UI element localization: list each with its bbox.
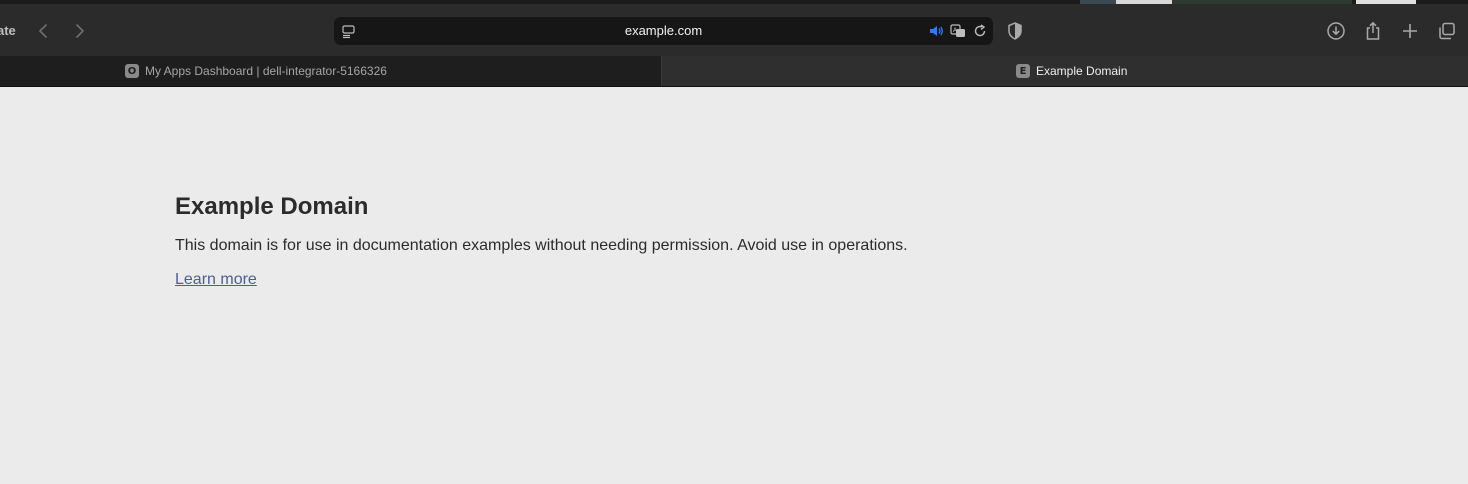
tab-my-apps-dashboard[interactable]: O My Apps Dashboard | dell-integrator-51… [0,56,662,86]
chevron-left-icon [39,24,47,38]
browser-toolbar: ate example.com A [0,4,1468,56]
share-icon[interactable] [1363,21,1383,41]
tab-title: Example Domain [1036,64,1128,78]
tab-bar: O My Apps Dashboard | dell-integrator-51… [0,56,1468,87]
page-heading: Example Domain [175,193,369,220]
chevron-right-icon [76,24,84,38]
address-bar[interactable]: example.com A [334,17,993,45]
plus-icon[interactable] [1400,21,1420,41]
back-button[interactable] [35,22,53,40]
tab-title: My Apps Dashboard | dell-integrator-5166… [145,64,387,78]
favicon: E [1016,64,1030,78]
favicon: O [125,64,139,78]
page-content: Example Domain This domain is for use in… [0,87,1468,484]
page-paragraph: This domain is for use in documentation … [175,237,908,254]
tab-overview-icon[interactable] [1437,21,1457,41]
reload-icon[interactable] [972,23,988,39]
window-title-fragment: ate [0,23,16,38]
forward-button[interactable] [70,22,88,40]
url-text[interactable]: example.com [334,23,993,38]
download-icon[interactable] [1326,21,1346,41]
shield-icon[interactable] [1005,21,1025,41]
tab-example-domain[interactable]: E Example Domain [662,56,1468,86]
learn-more-link[interactable]: Learn more [175,271,257,289]
translate-icon[interactable]: A [950,23,966,39]
speaker-icon[interactable] [928,23,944,39]
